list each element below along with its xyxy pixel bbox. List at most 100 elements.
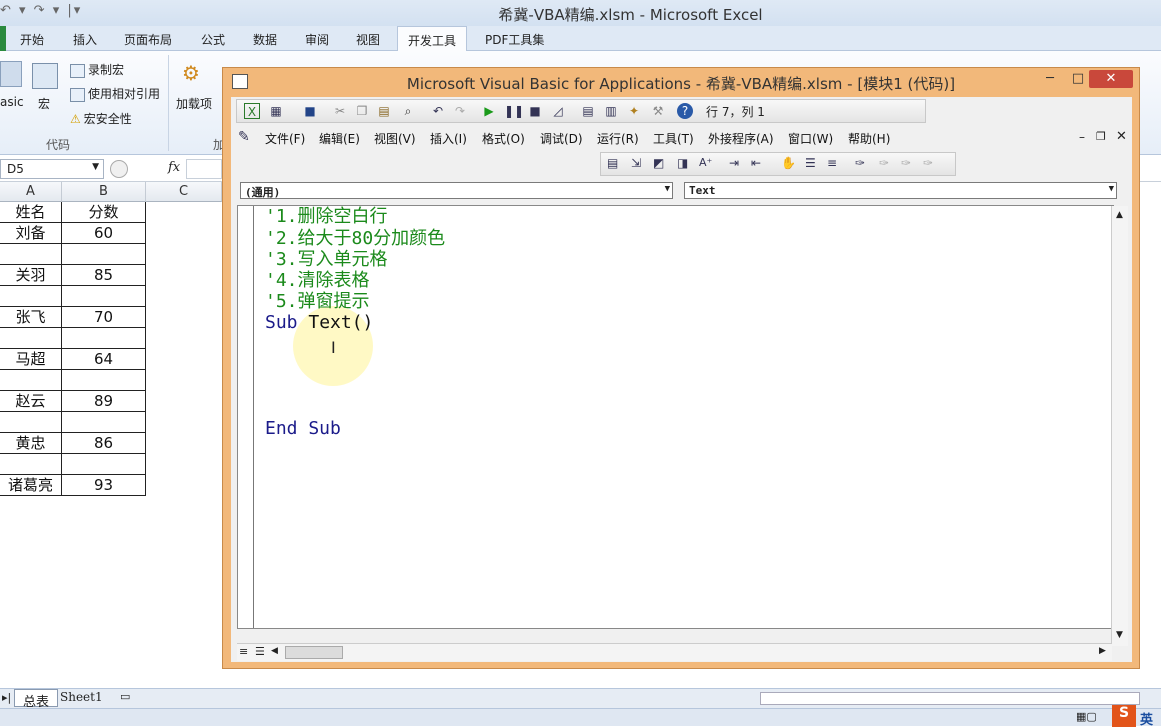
- tab-developer[interactable]: 开发工具: [397, 26, 468, 52]
- maximize-button[interactable]: □: [1065, 70, 1091, 88]
- tab-pdf-tools[interactable]: PDF工具集: [485, 31, 544, 48]
- copy-icon[interactable]: ❐: [354, 103, 370, 119]
- previous-bookmark-icon[interactable]: ✑: [901, 156, 911, 170]
- menu-edit[interactable]: 编辑(E): [319, 130, 360, 147]
- cell-a[interactable]: 马超: [0, 349, 62, 370]
- cell-b[interactable]: 93: [62, 475, 146, 496]
- clear-bookmarks-icon[interactable]: ✑: [923, 156, 933, 170]
- sheet-tab-summary[interactable]: 总表: [14, 689, 59, 710]
- fx-icon[interactable]: fx: [168, 160, 180, 175]
- visual-basic-icon[interactable]: [0, 61, 22, 87]
- cell-a[interactable]: [0, 328, 62, 349]
- sheet-nav-icon[interactable]: ▸|: [2, 691, 11, 704]
- properties-icon[interactable]: ▥: [603, 103, 619, 119]
- tab-view[interactable]: 视图: [356, 31, 380, 48]
- uncomment-block-icon[interactable]: ≡: [827, 156, 837, 170]
- column-header-a[interactable]: A: [0, 182, 62, 202]
- column-header-b[interactable]: B: [62, 182, 146, 202]
- outdent-icon[interactable]: ⇤: [751, 156, 761, 170]
- code-line-1[interactable]: '1.删除空白行: [265, 206, 388, 227]
- cut-icon[interactable]: ✂: [332, 103, 348, 119]
- cell-b[interactable]: [62, 328, 146, 349]
- child-restore-button[interactable]: ❐: [1096, 130, 1106, 143]
- scroll-up-icon[interactable]: ▲: [1116, 210, 1123, 220]
- tab-insert[interactable]: 插入: [73, 31, 97, 48]
- addins-gear-icon[interactable]: ⚙: [182, 61, 200, 85]
- menu-tools[interactable]: 工具(T): [653, 130, 694, 147]
- tab-home[interactable]: 开始: [20, 31, 44, 48]
- menu-file[interactable]: 文件(F): [265, 130, 305, 147]
- view-normal-icon[interactable]: ▦▢: [1076, 710, 1097, 723]
- code-horizontal-scrollbar[interactable]: ≡ ☰ ◀ ▶: [237, 643, 1112, 661]
- relative-reference-button[interactable]: 使用相对引用: [70, 85, 160, 102]
- scroll-down-icon[interactable]: ▼: [1116, 630, 1123, 640]
- cell-b[interactable]: 89: [62, 391, 146, 412]
- insert-sheet-icon[interactable]: ▭: [120, 690, 130, 703]
- sheet-tab-sheet1[interactable]: Sheet1: [60, 690, 103, 704]
- procedure-combo[interactable]: Text ▼: [684, 182, 1117, 199]
- scroll-right-icon[interactable]: ▶: [1099, 646, 1106, 656]
- next-bookmark-icon[interactable]: ✑: [879, 156, 889, 170]
- ime-mode-label[interactable]: 英: [1140, 709, 1153, 728]
- scroll-thumb[interactable]: [285, 646, 343, 659]
- scroll-left-icon[interactable]: ◀: [271, 646, 278, 656]
- formula-input[interactable]: [186, 159, 222, 179]
- quick-info-icon[interactable]: ◩: [653, 156, 664, 170]
- cell-a[interactable]: 刘备: [0, 223, 62, 244]
- run-icon[interactable]: ▶: [481, 103, 497, 119]
- vbe-menu-icon[interactable]: ✎: [238, 129, 250, 145]
- cell-a[interactable]: [0, 370, 62, 391]
- cell-a[interactable]: 黄忠: [0, 433, 62, 454]
- menu-help[interactable]: 帮助(H): [848, 130, 890, 147]
- code-line-6[interactable]: Sub Text(): [265, 312, 373, 333]
- chevron-down-icon[interactable]: ▼: [665, 184, 670, 194]
- margin-indicator-bar[interactable]: [238, 206, 254, 628]
- insert-module-icon[interactable]: ▦: [268, 103, 284, 119]
- code-line-3[interactable]: '3.写入单元格: [265, 249, 388, 270]
- menu-format[interactable]: 格式(O): [482, 130, 525, 147]
- object-browser-icon[interactable]: ✦: [626, 103, 642, 119]
- code-line-5[interactable]: '5.弹窗提示: [265, 291, 370, 312]
- cell-b[interactable]: [62, 244, 146, 265]
- procedure-view-icon[interactable]: ≡: [239, 645, 248, 658]
- object-combo[interactable]: (通用) ▼: [240, 182, 673, 199]
- design-mode-icon[interactable]: ◿: [550, 103, 566, 119]
- complete-word-icon[interactable]: A⁺: [699, 156, 712, 169]
- break-icon[interactable]: ❚❚: [504, 103, 524, 119]
- full-module-view-icon[interactable]: ☰: [255, 645, 265, 658]
- tab-page-layout[interactable]: 页面布局: [124, 31, 172, 48]
- menu-addins[interactable]: 外接程序(A): [708, 130, 774, 147]
- paste-icon[interactable]: ▤: [376, 103, 392, 119]
- undo-icon[interactable]: ↶: [430, 103, 446, 119]
- cell-a[interactable]: [0, 286, 62, 307]
- menu-view[interactable]: 视图(V): [374, 130, 416, 147]
- tab-data[interactable]: 数据: [253, 31, 277, 48]
- view-excel-icon[interactable]: X: [244, 103, 260, 119]
- cell-a[interactable]: [0, 412, 62, 433]
- cell-b[interactable]: [62, 370, 146, 391]
- cell-a[interactable]: 关羽: [0, 265, 62, 286]
- redo-icon[interactable]: ↷: [452, 103, 468, 119]
- menu-window[interactable]: 窗口(W): [788, 130, 833, 147]
- addins-label[interactable]: 加载项: [176, 95, 212, 112]
- name-box[interactable]: D5 ▼: [0, 159, 104, 179]
- toggle-bookmark-icon[interactable]: ✑: [855, 156, 865, 170]
- parameter-info-icon[interactable]: ◨: [677, 156, 688, 170]
- cell-b[interactable]: 85: [62, 265, 146, 286]
- cell-a[interactable]: [0, 454, 62, 475]
- chevron-down-icon[interactable]: ▼: [92, 162, 99, 172]
- child-minimize-button[interactable]: –: [1079, 130, 1085, 144]
- macros-label[interactable]: 宏: [38, 95, 50, 112]
- comment-block-icon[interactable]: ☰: [805, 156, 816, 170]
- menu-insert[interactable]: 插入(I): [430, 130, 467, 147]
- code-line-2[interactable]: '2.给大于80分加颜色: [265, 228, 445, 249]
- close-button[interactable]: ✕: [1089, 70, 1133, 88]
- tab-review[interactable]: 审阅: [305, 31, 329, 48]
- visual-basic-label[interactable]: asic: [0, 95, 24, 109]
- indent-icon[interactable]: ⇥: [729, 156, 739, 170]
- help-icon[interactable]: ?: [677, 103, 693, 119]
- cell-a[interactable]: [0, 244, 62, 265]
- cell-a[interactable]: 赵云: [0, 391, 62, 412]
- formula-cancel-icon[interactable]: [110, 160, 128, 178]
- record-macro-button[interactable]: 录制宏: [70, 61, 124, 78]
